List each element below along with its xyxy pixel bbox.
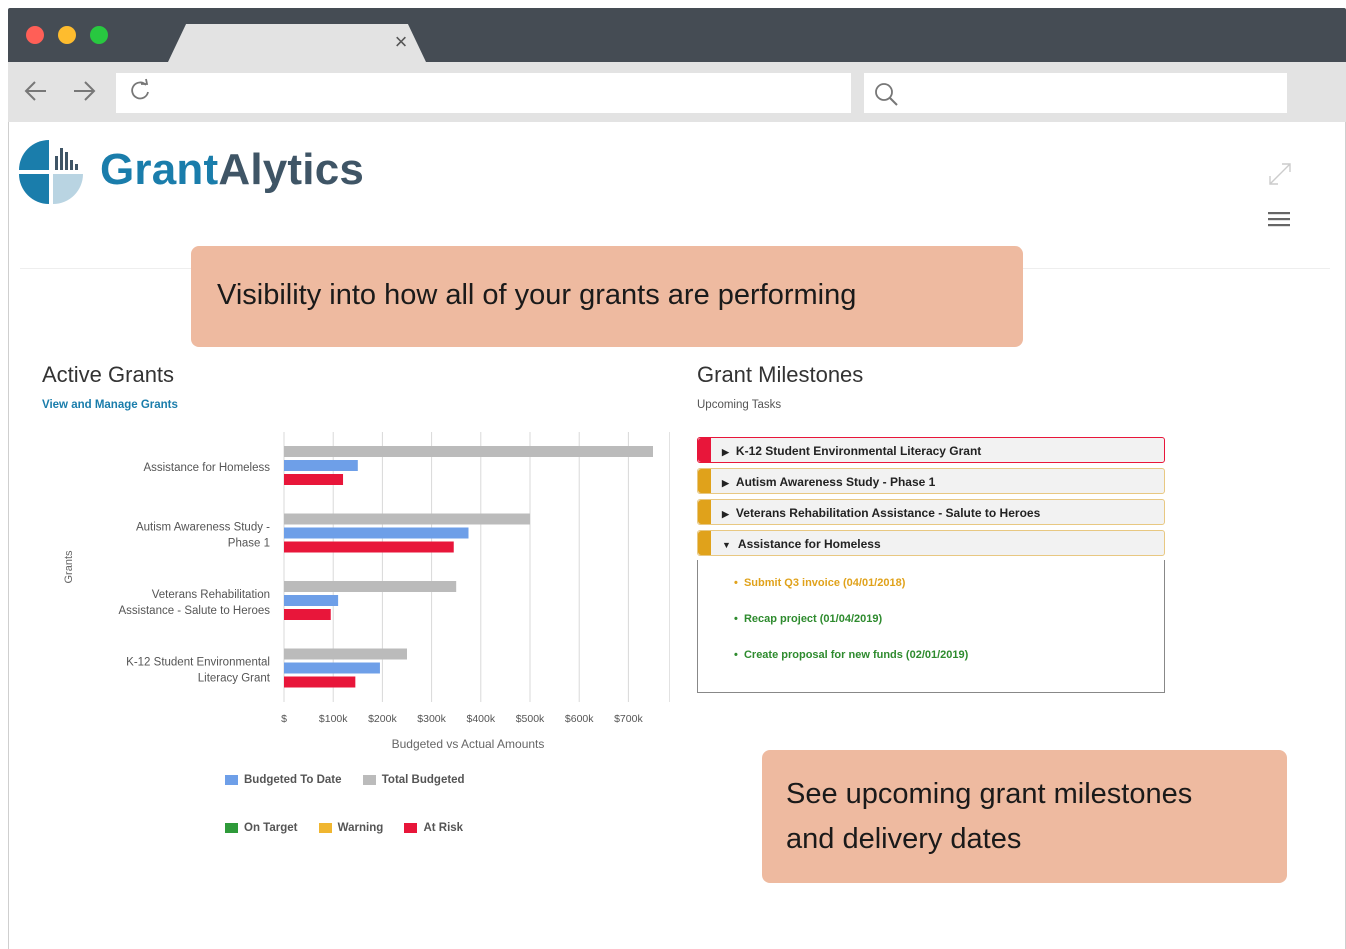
legend-swatch: [225, 823, 238, 833]
x-tick-label: $200k: [368, 713, 397, 725]
category-label: Autism Awareness Study -: [136, 522, 270, 534]
forward-arrow-icon[interactable]: [70, 76, 98, 106]
active-grants-title: Active Grants: [42, 362, 175, 387]
window-minimize-dot[interactable]: [58, 26, 76, 44]
tab-close-icon[interactable]: ×: [392, 30, 410, 54]
legend-swatch: [362, 775, 376, 785]
category-label: Literacy Grant: [198, 673, 271, 685]
upcoming-tasks-subtitle: Upcoming Tasks: [697, 399, 782, 411]
task-item[interactable]: • Recap project (01/04/2019): [734, 613, 882, 625]
status-flag-at-risk: [698, 438, 711, 462]
x-tick-label: $400k: [466, 713, 495, 725]
category-label: Assistance - Salute to Heroes: [119, 605, 271, 617]
frame-border-left: [8, 122, 9, 949]
legend-swatch: [404, 823, 418, 833]
window-maximize-dot[interactable]: [90, 26, 108, 44]
reload-icon[interactable]: [126, 76, 154, 106]
caret-right-icon: ▶: [722, 447, 729, 457]
x-tick-label: $700k: [614, 713, 643, 725]
chart-legend-status: On Target Warning At Risk: [225, 822, 481, 836]
milestone-item-veterans[interactable]: ▶ Veterans Rehabilitation Assistance - Sa…: [697, 499, 1165, 525]
category-label: Assistance for Homeless: [143, 462, 270, 474]
legend-warning: Warning: [318, 822, 383, 834]
x-tick-label: $600k: [565, 713, 594, 725]
milestone-item-homeless[interactable]: ▼ Assistance for Homeless: [697, 530, 1165, 556]
browser-tab[interactable]: [168, 24, 426, 62]
category-label: Veterans Rehabilitation: [152, 589, 270, 601]
legend-swatch: [225, 775, 238, 785]
milestone-item-k12[interactable]: ▶ K-12 Student Environmental Literacy Gra…: [697, 437, 1165, 463]
brand-wordmark: GrantAlytics: [100, 145, 365, 194]
hamburger-menu-icon[interactable]: [1264, 204, 1294, 234]
bar-total-budgeted: [284, 648, 407, 660]
caret-right-icon: ▶: [722, 509, 729, 519]
caret-right-icon: ▶: [722, 478, 729, 488]
chart-legend-amounts: Budgeted To Date Total Budgeted: [225, 774, 483, 788]
milestone-task-panel: • Submit Q3 invoice (04/01/2018) • Recap…: [697, 560, 1165, 693]
category-label: K-12 Student Environmental: [126, 657, 270, 669]
status-flag-warning: [698, 469, 711, 493]
view-manage-grants-link[interactable]: View and Manage Grants: [42, 399, 178, 411]
expand-icon[interactable]: [1266, 160, 1294, 188]
bar-total-budgeted: [284, 581, 457, 592]
bar-actual: [284, 609, 331, 620]
legend-at-risk: At Risk: [404, 822, 463, 834]
bar-actual: [284, 676, 356, 688]
back-arrow-icon[interactable]: [22, 76, 50, 106]
callout-milestones: See upcoming grant milestones and deliver…: [762, 750, 1287, 883]
search-icon: [875, 83, 898, 106]
legend-swatch: [318, 823, 332, 833]
task-item[interactable]: • Submit Q3 invoice (04/01/2018): [734, 577, 905, 589]
bar-budgeted-to-date: [284, 662, 380, 674]
bar-actual: [284, 474, 344, 485]
category-label: Phase 1: [228, 538, 270, 550]
active-grants-bar-chart: $ $100k $200k $300k $400k $500k $600k $700k Budg…: [63, 432, 670, 751]
callout-visibility: Visibility into how all of your grants a…: [191, 246, 1023, 347]
legend-total-budgeted: Total Budgeted: [362, 774, 465, 786]
legend-on-target: On Target: [225, 822, 297, 834]
grant-milestones-title: Grant Milestones: [697, 362, 864, 387]
bar-total-budgeted: [284, 513, 530, 525]
x-tick-label: $300k: [417, 713, 446, 725]
status-flag-warning: [698, 531, 711, 555]
status-flag-warning: [698, 500, 711, 524]
milestone-item-autism[interactable]: ▶ Autism Awareness Study - Phase 1: [697, 468, 1165, 494]
address-bar-input[interactable]: [116, 73, 851, 113]
x-tick-label: $500k: [516, 713, 545, 725]
caret-down-icon: ▼: [722, 540, 731, 550]
bar-budgeted-to-date: [284, 527, 469, 539]
y-axis-label: Grants: [63, 550, 75, 584]
browser-search-input[interactable]: [864, 73, 1287, 113]
window-close-dot[interactable]: [26, 26, 44, 44]
bar-actual: [284, 541, 454, 553]
bar-budgeted-to-date: [284, 595, 339, 606]
task-item[interactable]: • Create proposal for new funds (02/01/2…: [734, 649, 968, 661]
legend-budgeted-to-date: Budgeted To Date: [225, 774, 342, 786]
x-axis-label: Budgeted vs Actual Amounts: [392, 737, 545, 751]
grantalytics-logo-icon: [19, 140, 83, 204]
x-tick-label: $100k: [319, 713, 348, 725]
bar-budgeted-to-date: [284, 460, 358, 471]
bar-total-budgeted: [284, 446, 653, 457]
x-tick-label: $: [281, 713, 287, 725]
